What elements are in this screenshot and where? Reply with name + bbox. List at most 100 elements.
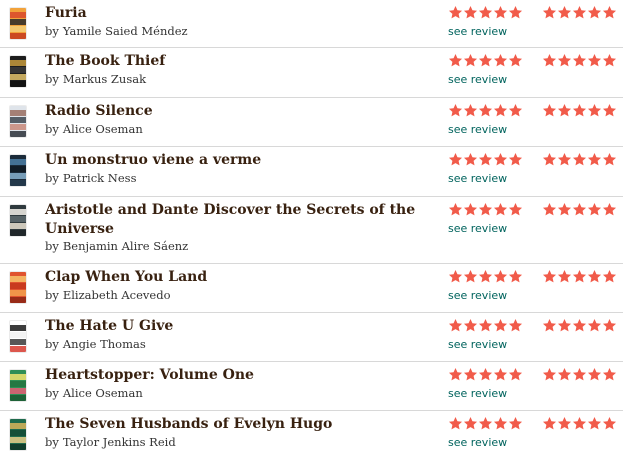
see-review-link[interactable]: see review [448, 25, 538, 38]
see-review-link[interactable]: see review [448, 222, 538, 235]
book-row: Un monstruo viene a verme by Patrick Ness s… [0, 146, 623, 196]
my-rating-stars[interactable] [448, 151, 538, 169]
star-icon[interactable] [463, 318, 478, 333]
see-review-link[interactable]: see review [448, 172, 538, 185]
avg-rating-stars [542, 366, 622, 384]
book-cover[interactable] [10, 321, 26, 352]
author-name[interactable]: Yamile Saied Méndez [63, 24, 188, 38]
my-rating-stars[interactable] [448, 366, 538, 384]
star-icon[interactable] [508, 152, 523, 167]
star-icon[interactable] [508, 269, 523, 284]
star-icon[interactable] [478, 152, 493, 167]
my-rating-stars[interactable] [448, 317, 538, 335]
book-title[interactable]: Aristotle and Dante Discover the Secrets… [45, 201, 425, 238]
star-icon [587, 152, 602, 167]
see-review-link[interactable]: see review [448, 73, 538, 86]
book-title[interactable]: The Hate U Give [45, 317, 425, 336]
my-rating-stars[interactable] [448, 268, 538, 286]
star-icon[interactable] [493, 103, 508, 118]
star-icon[interactable] [463, 367, 478, 382]
book-title[interactable]: Un monstruo viene a verme [45, 151, 425, 170]
star-icon [557, 53, 572, 68]
star-icon [587, 367, 602, 382]
star-icon[interactable] [463, 416, 478, 431]
book-cover[interactable] [10, 8, 26, 39]
star-icon[interactable] [508, 318, 523, 333]
star-icon[interactable] [463, 53, 478, 68]
author-name[interactable]: Benjamin Alire Sáenz [63, 239, 188, 253]
book-cover[interactable] [10, 56, 26, 87]
my-rating-stars[interactable] [448, 102, 538, 120]
star-icon[interactable] [478, 269, 493, 284]
star-icon[interactable] [478, 367, 493, 382]
star-icon[interactable] [448, 5, 463, 20]
book-row: The Seven Husbands of Evelyn Hugo by Taylo… [0, 410, 623, 459]
author-name[interactable]: Markus Zusak [63, 72, 146, 86]
book-cover[interactable] [10, 106, 26, 137]
author-name[interactable]: Angie Thomas [63, 337, 146, 351]
star-icon[interactable] [493, 5, 508, 20]
star-icon[interactable] [508, 103, 523, 118]
star-icon [542, 152, 557, 167]
star-icon[interactable] [448, 416, 463, 431]
star-icon[interactable] [463, 269, 478, 284]
star-icon[interactable] [448, 202, 463, 217]
book-title[interactable]: The Seven Husbands of Evelyn Hugo [45, 415, 425, 434]
see-review-link[interactable]: see review [448, 123, 538, 136]
author-name[interactable]: Alice Oseman [63, 122, 143, 136]
book-row: Aristotle and Dante Discover the Secrets… [0, 196, 623, 263]
see-review-link[interactable]: see review [448, 338, 538, 351]
author-name[interactable]: Taylor Jenkins Reid [63, 435, 176, 449]
star-icon[interactable] [508, 416, 523, 431]
star-icon[interactable] [478, 5, 493, 20]
star-icon[interactable] [478, 202, 493, 217]
star-icon[interactable] [508, 367, 523, 382]
star-icon[interactable] [478, 53, 493, 68]
star-icon[interactable] [448, 53, 463, 68]
see-review-link[interactable]: see review [448, 436, 538, 449]
star-icon [587, 103, 602, 118]
star-icon[interactable] [493, 269, 508, 284]
book-title[interactable]: Radio Silence [45, 102, 425, 121]
star-icon[interactable] [508, 202, 523, 217]
star-icon[interactable] [448, 318, 463, 333]
book-cover[interactable] [10, 419, 26, 450]
star-icon[interactable] [508, 53, 523, 68]
star-icon[interactable] [493, 416, 508, 431]
book-cover[interactable] [10, 205, 26, 236]
book-title[interactable]: Clap When You Land [45, 268, 425, 287]
star-icon[interactable] [493, 318, 508, 333]
star-icon[interactable] [448, 103, 463, 118]
star-icon[interactable] [478, 416, 493, 431]
star-icon[interactable] [493, 53, 508, 68]
my-rating-stars[interactable] [448, 415, 538, 433]
star-icon[interactable] [493, 202, 508, 217]
author-name[interactable]: Elizabeth Acevedo [63, 288, 171, 302]
book-title[interactable]: Heartstopper: Volume One [45, 366, 425, 385]
book-cover[interactable] [10, 272, 26, 303]
star-icon[interactable] [463, 5, 478, 20]
star-icon[interactable] [478, 318, 493, 333]
star-icon[interactable] [463, 103, 478, 118]
see-review-link[interactable]: see review [448, 289, 538, 302]
author-name[interactable]: Patrick Ness [63, 171, 137, 185]
book-cover[interactable] [10, 370, 26, 401]
star-icon[interactable] [463, 202, 478, 217]
see-review-link[interactable]: see review [448, 387, 538, 400]
star-icon[interactable] [493, 367, 508, 382]
my-rating-stars[interactable] [448, 4, 538, 22]
book-title[interactable]: The Book Thief [45, 52, 425, 71]
star-icon[interactable] [448, 152, 463, 167]
book-cover[interactable] [10, 155, 26, 186]
my-rating-stars[interactable] [448, 201, 538, 219]
star-icon[interactable] [508, 5, 523, 20]
my-rating-stars[interactable] [448, 52, 538, 70]
star-icon[interactable] [493, 152, 508, 167]
star-icon[interactable] [448, 269, 463, 284]
star-icon[interactable] [478, 103, 493, 118]
book-title[interactable]: Furia [45, 4, 425, 23]
star-icon[interactable] [448, 367, 463, 382]
star-icon [587, 53, 602, 68]
author-name[interactable]: Alice Oseman [63, 386, 143, 400]
star-icon[interactable] [463, 152, 478, 167]
